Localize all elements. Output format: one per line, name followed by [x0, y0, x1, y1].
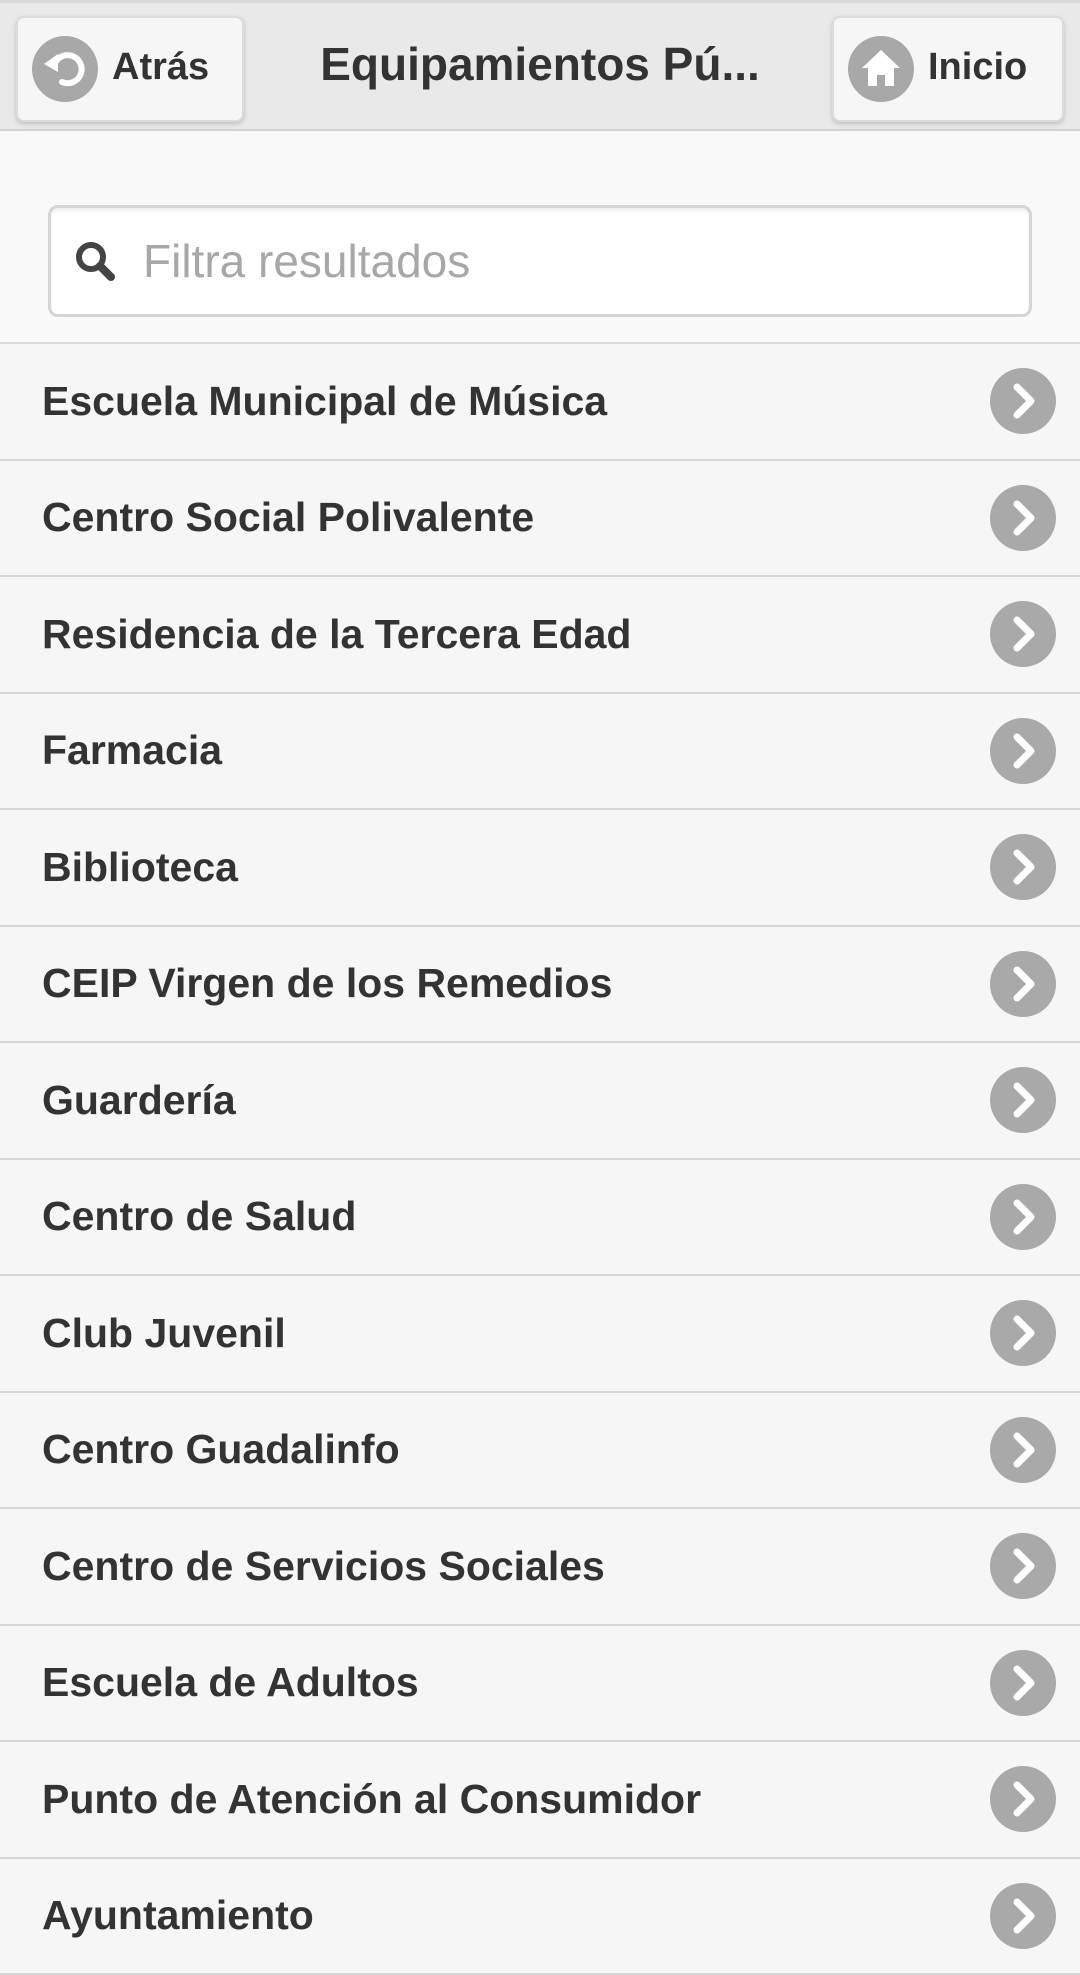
- chevron-right-icon: [990, 834, 1056, 900]
- list-item[interactable]: Ayuntamiento: [0, 1859, 1080, 1975]
- chevron-right-icon: [990, 1883, 1056, 1949]
- list-item[interactable]: CEIP Virgen de los Remedios: [0, 927, 1080, 1044]
- chevron-right-icon: [990, 1067, 1056, 1133]
- chevron-right-icon: [990, 368, 1056, 434]
- home-button[interactable]: Inicio: [832, 16, 1064, 122]
- back-arrow-icon: [32, 36, 98, 102]
- list-item-label: Centro Social Polivalente: [42, 494, 534, 541]
- page-title: Equipamientos Pú...: [260, 37, 820, 97]
- list-item[interactable]: Centro de Servicios Sociales: [0, 1509, 1080, 1626]
- list-item[interactable]: Centro Guadalinfo: [0, 1393, 1080, 1510]
- chevron-right-icon: [990, 1417, 1056, 1483]
- list-item[interactable]: Club Juvenil: [0, 1276, 1080, 1393]
- chevron-right-icon: [990, 601, 1056, 667]
- facilities-list: Escuela Municipal de Música Centro Social…: [0, 342, 1080, 1975]
- chevron-right-icon: [990, 1300, 1056, 1366]
- list-item[interactable]: Escuela de Adultos: [0, 1626, 1080, 1743]
- list-item-label: Punto de Atención al Consumidor: [42, 1776, 701, 1823]
- list-item[interactable]: Farmacia: [0, 694, 1080, 811]
- chevron-right-icon: [990, 485, 1056, 551]
- home-icon: [848, 36, 914, 102]
- list-item-label: Farmacia: [42, 727, 222, 774]
- list-item[interactable]: Biblioteca: [0, 810, 1080, 927]
- list-item-label: CEIP Virgen de los Remedios: [42, 960, 612, 1007]
- chevron-right-icon: [990, 1184, 1056, 1250]
- list-item[interactable]: Centro Social Polivalente: [0, 461, 1080, 578]
- list-item[interactable]: Escuela Municipal de Música: [0, 344, 1080, 461]
- list-item-label: Escuela de Adultos: [42, 1659, 419, 1706]
- list-item-label: Centro de Servicios Sociales: [42, 1543, 605, 1590]
- back-button[interactable]: Atrás: [16, 16, 244, 122]
- chevron-right-icon: [990, 1650, 1056, 1716]
- search-box[interactable]: [48, 205, 1032, 317]
- top-toolbar: Atrás Equipamientos Pú... Inicio: [0, 0, 1080, 131]
- list-item-label: Ayuntamiento: [42, 1892, 314, 1939]
- chevron-right-icon: [990, 718, 1056, 784]
- list-item-label: Club Juvenil: [42, 1310, 286, 1357]
- list-item[interactable]: Punto de Atención al Consumidor: [0, 1742, 1080, 1859]
- list-item-label: Guardería: [42, 1077, 236, 1124]
- search-input[interactable]: [143, 226, 1003, 296]
- home-button-label: Inicio: [928, 46, 1027, 89]
- back-button-label: Atrás: [112, 46, 209, 89]
- list-item[interactable]: Residencia de la Tercera Edad: [0, 577, 1080, 694]
- list-item-label: Biblioteca: [42, 844, 238, 891]
- list-item[interactable]: Guardería: [0, 1043, 1080, 1160]
- list-item-label: Escuela Municipal de Música: [42, 378, 607, 425]
- list-item[interactable]: Centro de Salud: [0, 1160, 1080, 1277]
- list-item-label: Residencia de la Tercera Edad: [42, 611, 631, 658]
- chevron-right-icon: [990, 951, 1056, 1017]
- list-item-label: Centro de Salud: [42, 1193, 356, 1240]
- chevron-right-icon: [990, 1766, 1056, 1832]
- search-icon: [67, 233, 123, 289]
- list-item-label: Centro Guadalinfo: [42, 1426, 400, 1473]
- chevron-right-icon: [990, 1533, 1056, 1599]
